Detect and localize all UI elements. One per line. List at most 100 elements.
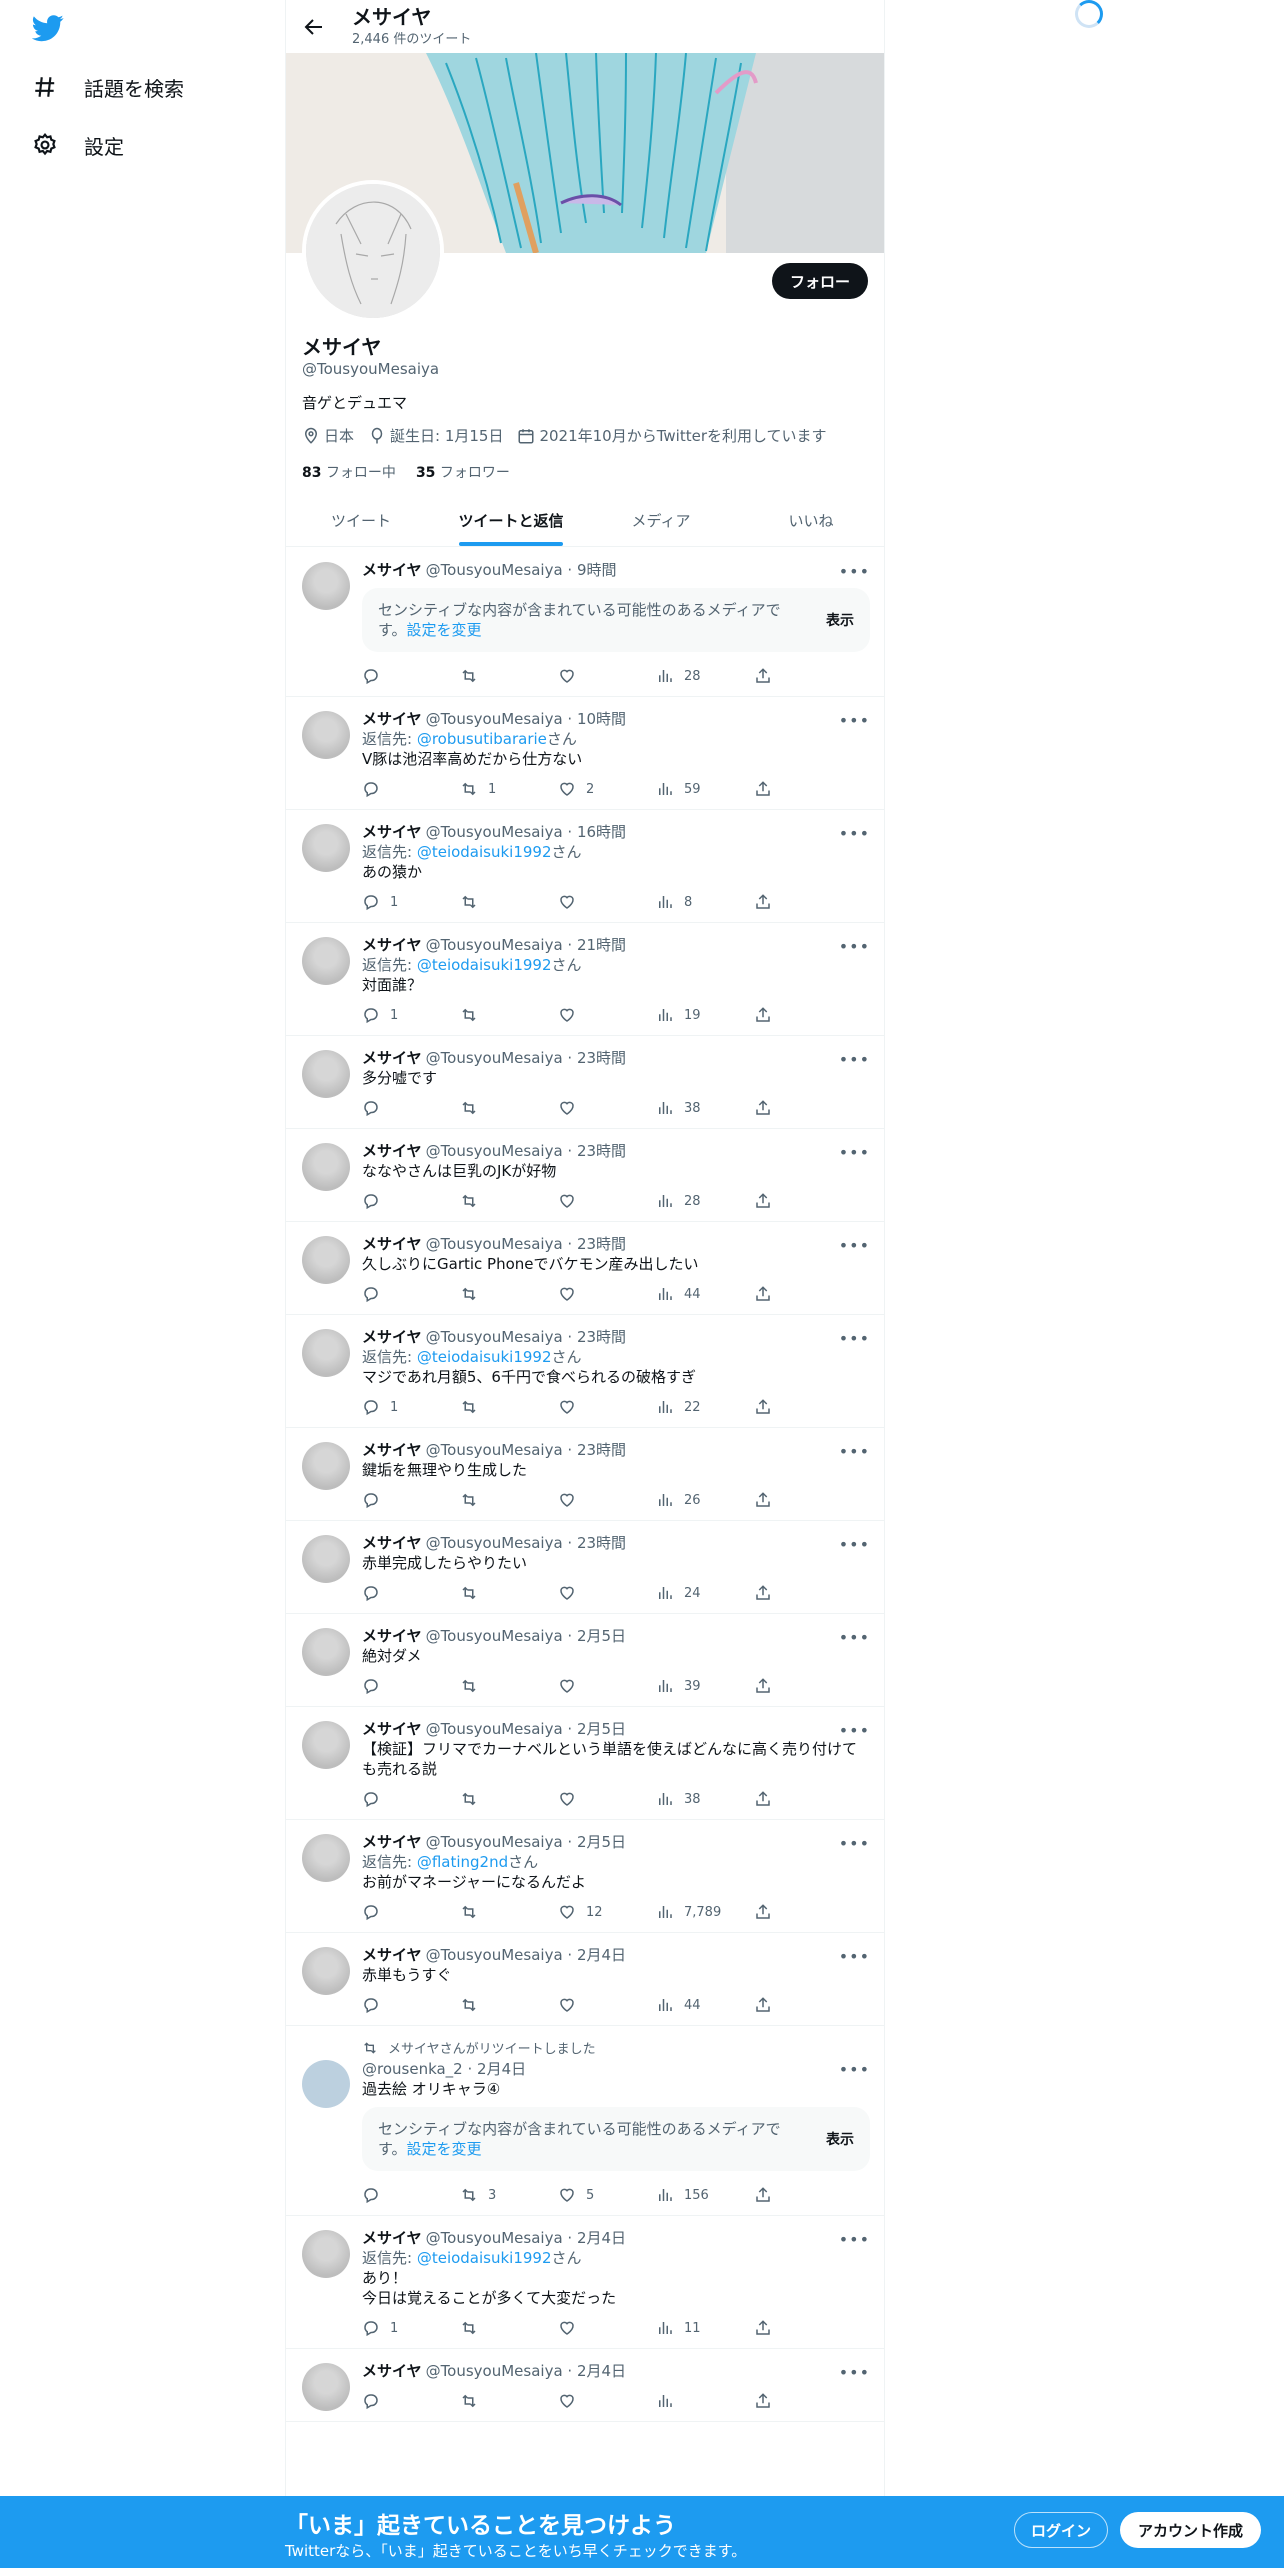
retweet-button[interactable]: [460, 2319, 558, 2337]
follow-button[interactable]: フォロー: [771, 263, 868, 299]
views-button[interactable]: 11: [656, 2319, 754, 2337]
tweet[interactable]: メサイヤ @TousyouMesaiya · 2月5日 ••• 返信先: @flati…: [286, 1820, 884, 1933]
tweet-avatar[interactable]: [302, 824, 350, 872]
share-button[interactable]: [754, 1285, 852, 1303]
tweet-author-handle[interactable]: @TousyouMesaiya: [426, 2228, 563, 2248]
more-options-icon[interactable]: •••: [839, 2060, 870, 2080]
tweet-avatar[interactable]: [302, 711, 350, 759]
reply-button[interactable]: [362, 1790, 460, 1808]
retweet-button[interactable]: [460, 1584, 558, 1602]
tweet[interactable]: メサイヤ @TousyouMesaiya · 23時間 ••• 多分嘘です 38: [286, 1036, 884, 1129]
login-button[interactable]: ログイン: [1014, 2512, 1109, 2548]
views-button[interactable]: 28: [656, 1192, 754, 1210]
tab-tweets-and-replies[interactable]: ツイートと返信: [436, 494, 586, 546]
reply-button[interactable]: [362, 1285, 460, 1303]
retweet-button[interactable]: 3: [460, 2186, 558, 2204]
tweet[interactable]: メサイヤ @TousyouMesaiya · 2月4日 ••• 赤単もうすぐ 44: [286, 1933, 884, 2026]
retweet-button[interactable]: [460, 1006, 558, 1024]
retweet-button[interactable]: [460, 1903, 558, 1921]
tweet[interactable]: メサイヤさんがリツイートしました @rousenka_2 · 2月4日 ••• 過去絵…: [286, 2026, 884, 2216]
more-options-icon[interactable]: •••: [839, 1721, 870, 1741]
views-button[interactable]: 44: [656, 1996, 754, 2014]
tweet-avatar[interactable]: [302, 1721, 350, 1769]
retweet-button[interactable]: [460, 1192, 558, 1210]
tweet[interactable]: メサイヤ @TousyouMesaiya · 23時間 ••• 返信先: @teiod…: [286, 1315, 884, 1428]
tweet-time[interactable]: 2月4日: [577, 1945, 626, 1965]
tweet-author-handle[interactable]: @TousyouMesaiya: [426, 1048, 563, 1068]
tweet[interactable]: メサイヤ @TousyouMesaiya · 2月5日 ••• 絶対ダメ 39: [286, 1614, 884, 1707]
tweet-avatar[interactable]: [302, 2363, 350, 2411]
retweet-button[interactable]: [460, 1790, 558, 1808]
tweet-author-name[interactable]: メサイヤ: [362, 2361, 422, 2381]
share-button[interactable]: [754, 1192, 852, 1210]
tweet-author-name[interactable]: メサイヤ: [362, 560, 422, 580]
like-button[interactable]: 2: [558, 780, 656, 798]
tweet-author-handle[interactable]: @TousyouMesaiya: [426, 2361, 563, 2381]
tweet-time[interactable]: 23時間: [577, 1048, 626, 1068]
tweet-author-name[interactable]: メサイヤ: [362, 1327, 422, 1347]
like-button[interactable]: [558, 2392, 656, 2410]
tweet-avatar[interactable]: [302, 1329, 350, 1377]
views-button[interactable]: 44: [656, 1285, 754, 1303]
like-button[interactable]: 12: [558, 1903, 656, 1921]
more-options-icon[interactable]: •••: [839, 1834, 870, 1854]
views-button[interactable]: 26: [656, 1491, 754, 1509]
change-settings-link[interactable]: 設定を変更: [407, 621, 482, 639]
tweet-author-name[interactable]: メサイヤ: [362, 1719, 422, 1739]
sidebar-item-explore[interactable]: 話題を検索: [32, 67, 184, 107]
tweet[interactable]: メサイヤ @TousyouMesaiya · 10時間 ••• 返信先: @robus…: [286, 697, 884, 810]
tweet[interactable]: メサイヤ @TousyouMesaiya · 21時間 ••• 返信先: @teiod…: [286, 923, 884, 1036]
tweet-time[interactable]: 2月5日: [577, 1719, 626, 1739]
share-button[interactable]: [754, 1996, 852, 2014]
views-button[interactable]: 22: [656, 1398, 754, 1416]
more-options-icon[interactable]: •••: [839, 1050, 870, 1070]
tweet-time[interactable]: 16時間: [577, 822, 626, 842]
retweet-button[interactable]: 1: [460, 780, 558, 798]
tweet-author-name[interactable]: メサイヤ: [362, 822, 422, 842]
tweet-avatar[interactable]: [302, 1947, 350, 1995]
tweet-avatar[interactable]: [302, 1442, 350, 1490]
reply-button[interactable]: [362, 667, 460, 685]
tweet[interactable]: メサイヤ @TousyouMesaiya · 2月4日 ••• 返信先: @teiod…: [286, 2216, 884, 2349]
tweet-avatar[interactable]: [302, 1628, 350, 1676]
tweet[interactable]: メサイヤ @TousyouMesaiya · 2月5日 ••• 【検証】フリマでカーナ…: [286, 1707, 884, 1820]
reply-button[interactable]: 1: [362, 893, 460, 911]
tweet-time[interactable]: 2月4日: [477, 2059, 526, 2079]
retweet-button[interactable]: [460, 1099, 558, 1117]
reply-button[interactable]: [362, 1996, 460, 2014]
share-button[interactable]: [754, 780, 852, 798]
tweet[interactable]: メサイヤ @TousyouMesaiya · 23時間 ••• 久しぶりにGartic…: [286, 1222, 884, 1315]
more-options-icon[interactable]: •••: [839, 1535, 870, 1555]
tweet-author-name[interactable]: メサイヤ: [362, 1626, 422, 1646]
tab-likes[interactable]: いいね: [736, 494, 884, 546]
share-button[interactable]: [754, 2392, 852, 2410]
tab-media[interactable]: メディア: [586, 494, 736, 546]
like-button[interactable]: [558, 1677, 656, 1695]
tweet-avatar[interactable]: [302, 1050, 350, 1098]
like-button[interactable]: [558, 1491, 656, 1509]
tweet-author-handle[interactable]: @TousyouMesaiya: [426, 1832, 563, 1852]
signup-button[interactable]: アカウント作成: [1120, 2512, 1262, 2548]
profile-avatar[interactable]: [302, 180, 444, 322]
more-options-icon[interactable]: •••: [839, 562, 870, 582]
more-options-icon[interactable]: •••: [839, 2230, 870, 2250]
tweet-author-handle[interactable]: @rousenka_2: [362, 2059, 463, 2079]
reply-to-link[interactable]: @teiodaisuki1992: [417, 2249, 552, 2267]
views-button[interactable]: 24: [656, 1584, 754, 1602]
more-options-icon[interactable]: •••: [839, 1442, 870, 1462]
tweet-author-name[interactable]: メサイヤ: [362, 1048, 422, 1068]
reply-button[interactable]: [362, 1903, 460, 1921]
followers-link[interactable]: 35 フォロワー: [416, 462, 510, 482]
views-button[interactable]: 38: [656, 1790, 754, 1808]
tweet-author-name[interactable]: メサイヤ: [362, 1533, 422, 1553]
more-options-icon[interactable]: •••: [839, 1236, 870, 1256]
tweet-time[interactable]: 23時間: [577, 1234, 626, 1254]
reply-button[interactable]: [362, 1491, 460, 1509]
more-options-icon[interactable]: •••: [839, 1329, 870, 1349]
retweet-button[interactable]: [460, 1398, 558, 1416]
sidebar-item-settings[interactable]: 設定: [32, 125, 124, 165]
like-button[interactable]: [558, 1192, 656, 1210]
share-button[interactable]: [754, 1903, 852, 1921]
tweet[interactable]: メサイヤ @TousyouMesaiya · 23時間 ••• ななやさんは巨乳のJK…: [286, 1129, 884, 1222]
tweet-author-name[interactable]: メサイヤ: [362, 935, 422, 955]
